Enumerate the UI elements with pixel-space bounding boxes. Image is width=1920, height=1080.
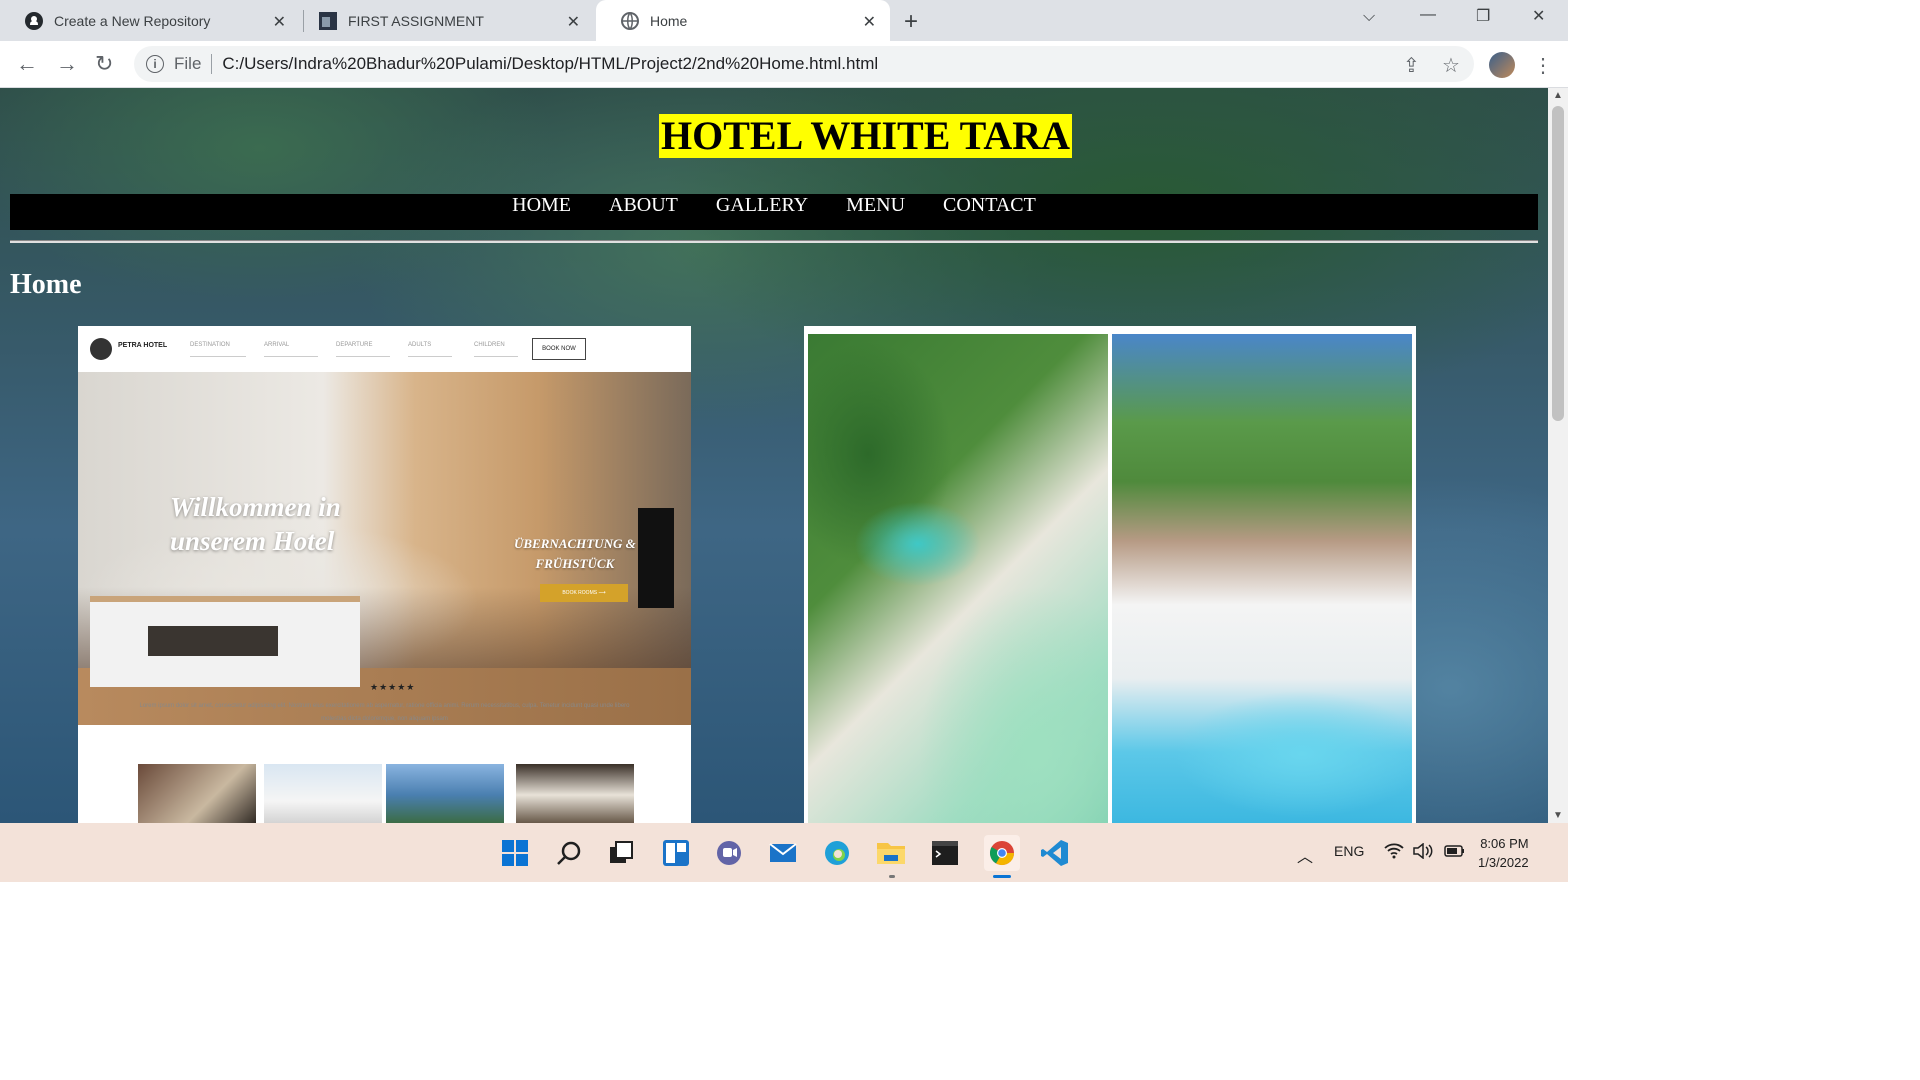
scroll-down-icon[interactable]: ▼ xyxy=(1553,810,1563,821)
scrollbar-thumb[interactable] xyxy=(1552,106,1564,421)
mockup-field: DEPARTURE xyxy=(336,342,390,357)
info-icon[interactable]: i xyxy=(146,55,164,73)
chat-icon[interactable] xyxy=(714,838,744,868)
mockup-topbar: PETRA HOTEL DESTINATION ARRIVAL DEPARTUR… xyxy=(78,326,691,373)
scrollbar[interactable]: ▲ ▼ xyxy=(1548,88,1568,823)
menu-icon[interactable]: ⋮ xyxy=(1533,53,1553,78)
mockup-stars: ★★★★★ xyxy=(370,682,416,692)
pool-villa-photo xyxy=(1112,334,1412,823)
welcome-line: Willkommen in xyxy=(170,492,341,522)
mockup-hero: Willkommen in unserem Hotel ÜBERNACHTUNG… xyxy=(78,372,691,725)
nav-menu[interactable]: MENU xyxy=(846,194,905,215)
restore-icon[interactable]: ❐ xyxy=(1476,6,1490,26)
url-text[interactable]: C:/Users/Indra%20Bhadur%20Pulami/Desktop… xyxy=(222,54,878,74)
tab-home[interactable]: Home ✕ xyxy=(596,0,890,41)
mockup-field: ADULTS xyxy=(408,342,452,357)
back-icon[interactable]: ← xyxy=(16,51,38,77)
nav-contact[interactable]: CONTACT xyxy=(943,194,1036,215)
globe-icon xyxy=(620,11,640,31)
hotel-website-image: PETRA HOTEL DESTINATION ARRIVAL DEPARTUR… xyxy=(78,326,691,823)
page-viewport: HOTEL WHITE TARA HOME ABOUT GALLERY MENU… xyxy=(0,88,1548,823)
welcome-line: unserem Hotel xyxy=(170,526,335,556)
mockup-cta: BOOK ROOMS ⟶ xyxy=(540,584,628,602)
mockup-brand: PETRA HOTEL xyxy=(118,342,168,349)
widgets-icon[interactable] xyxy=(661,838,691,868)
running-app-indicator xyxy=(889,875,895,878)
scroll-up-icon[interactable]: ▲ xyxy=(1553,90,1563,101)
mockup-thumbnail xyxy=(386,764,504,823)
tab-first-assignment[interactable]: FIRST ASSIGNMENT ✕ xyxy=(294,0,594,41)
site-title: HOTEL WHITE TARA xyxy=(659,113,1073,158)
nav-gallery[interactable]: GALLERY xyxy=(716,194,808,215)
taskbar: ︿ ENG 8:06 PM 1/3/2022 xyxy=(0,823,1568,882)
mockup-lorem: Lorem ipsum dolor sit amet, consectetur … xyxy=(139,703,630,722)
forward-icon[interactable]: → xyxy=(56,51,78,77)
mockup-field: CHILDREN xyxy=(474,342,518,357)
search-icon[interactable] xyxy=(554,838,584,868)
page-heading: Home xyxy=(10,269,82,300)
mockup-field: ARRIVAL xyxy=(264,342,318,357)
mockup-book-button: BOOK NOW xyxy=(532,338,586,360)
edge-icon[interactable] xyxy=(822,838,852,868)
resort-collage-image xyxy=(804,326,1416,823)
tab-search-icon[interactable]: ⌵ xyxy=(1363,8,1375,26)
mockup-welcome: Willkommen in unserem Hotel xyxy=(170,490,341,558)
mockup-blanket xyxy=(148,626,278,656)
terminal-icon[interactable] xyxy=(930,838,960,868)
chrome-icon[interactable] xyxy=(984,835,1020,871)
active-app-indicator xyxy=(993,875,1011,878)
close-icon[interactable]: ✕ xyxy=(273,12,286,32)
toolbar: ← → ↻ i File C:/Users/Indra%20Bhadur%20P… xyxy=(0,41,1568,88)
volume-icon[interactable] xyxy=(1413,842,1435,862)
close-icon[interactable]: ✕ xyxy=(567,12,580,32)
mail-icon[interactable] xyxy=(768,838,798,868)
mockup-subtitle: ÜBERNACHTUNG & FRÜHSTÜCK xyxy=(514,534,636,574)
site-nav: HOME ABOUT GALLERY MENU CONTACT xyxy=(10,194,1538,230)
task-view-icon[interactable] xyxy=(606,838,636,868)
share-icon[interactable]: ⇪ xyxy=(1403,53,1420,78)
clock[interactable]: 8:06 PM 1/3/2022 xyxy=(1478,834,1529,872)
profile-avatar[interactable] xyxy=(1489,52,1515,78)
tab-title: Home xyxy=(650,12,688,29)
nav-home[interactable]: HOME xyxy=(512,194,571,215)
mockup-tv xyxy=(638,508,674,608)
hotel-logo-icon xyxy=(90,338,112,360)
mockup-thumbnail xyxy=(138,764,256,823)
github-icon xyxy=(24,11,44,31)
nav-about[interactable]: ABOUT xyxy=(609,194,678,215)
tab-strip: Create a New Repository ✕ FIRST ASSIGNME… xyxy=(0,0,1568,41)
window-close-icon[interactable]: ✕ xyxy=(1532,6,1545,26)
close-icon[interactable]: ✕ xyxy=(863,12,876,32)
mockup-thumbnail xyxy=(264,764,382,823)
tab-title: Create a New Repository xyxy=(54,12,211,29)
scheme-label: File xyxy=(174,54,202,73)
horizontal-rule xyxy=(10,240,1538,243)
bookmark-star-icon[interactable]: ☆ xyxy=(1442,53,1460,78)
language-indicator[interactable]: ENG xyxy=(1334,843,1364,859)
minimize-icon[interactable]: — xyxy=(1420,6,1436,24)
chevron-up-icon[interactable]: ︿ xyxy=(1297,843,1313,867)
mockup-thumbnail xyxy=(516,764,634,823)
address-bar[interactable]: i File C:/Users/Indra%20Bhadur%20Pulami/… xyxy=(134,46,1474,82)
mockup-field: DESTINATION xyxy=(190,342,246,357)
subtitle-line: ÜBERNACHTUNG & xyxy=(514,536,636,551)
wifi-icon[interactable] xyxy=(1384,843,1404,862)
reload-icon[interactable]: ↻ xyxy=(95,51,113,77)
battery-icon[interactable] xyxy=(1444,843,1466,862)
tab-title: FIRST ASSIGNMENT xyxy=(348,12,484,29)
tab-github[interactable]: Create a New Repository ✕ xyxy=(0,0,300,41)
clock-time: 8:06 PM xyxy=(1480,836,1529,851)
start-icon[interactable] xyxy=(500,838,530,868)
subtitle-line: FRÜHSTÜCK xyxy=(535,556,615,571)
divider xyxy=(211,54,213,74)
vscode-icon[interactable] xyxy=(1040,838,1070,868)
page-thumb-icon xyxy=(318,11,338,31)
file-explorer-icon[interactable] xyxy=(876,838,906,868)
beach-aerial-photo xyxy=(808,334,1108,823)
new-tab-button[interactable]: + xyxy=(904,8,918,36)
clock-date: 1/3/2022 xyxy=(1478,855,1529,870)
